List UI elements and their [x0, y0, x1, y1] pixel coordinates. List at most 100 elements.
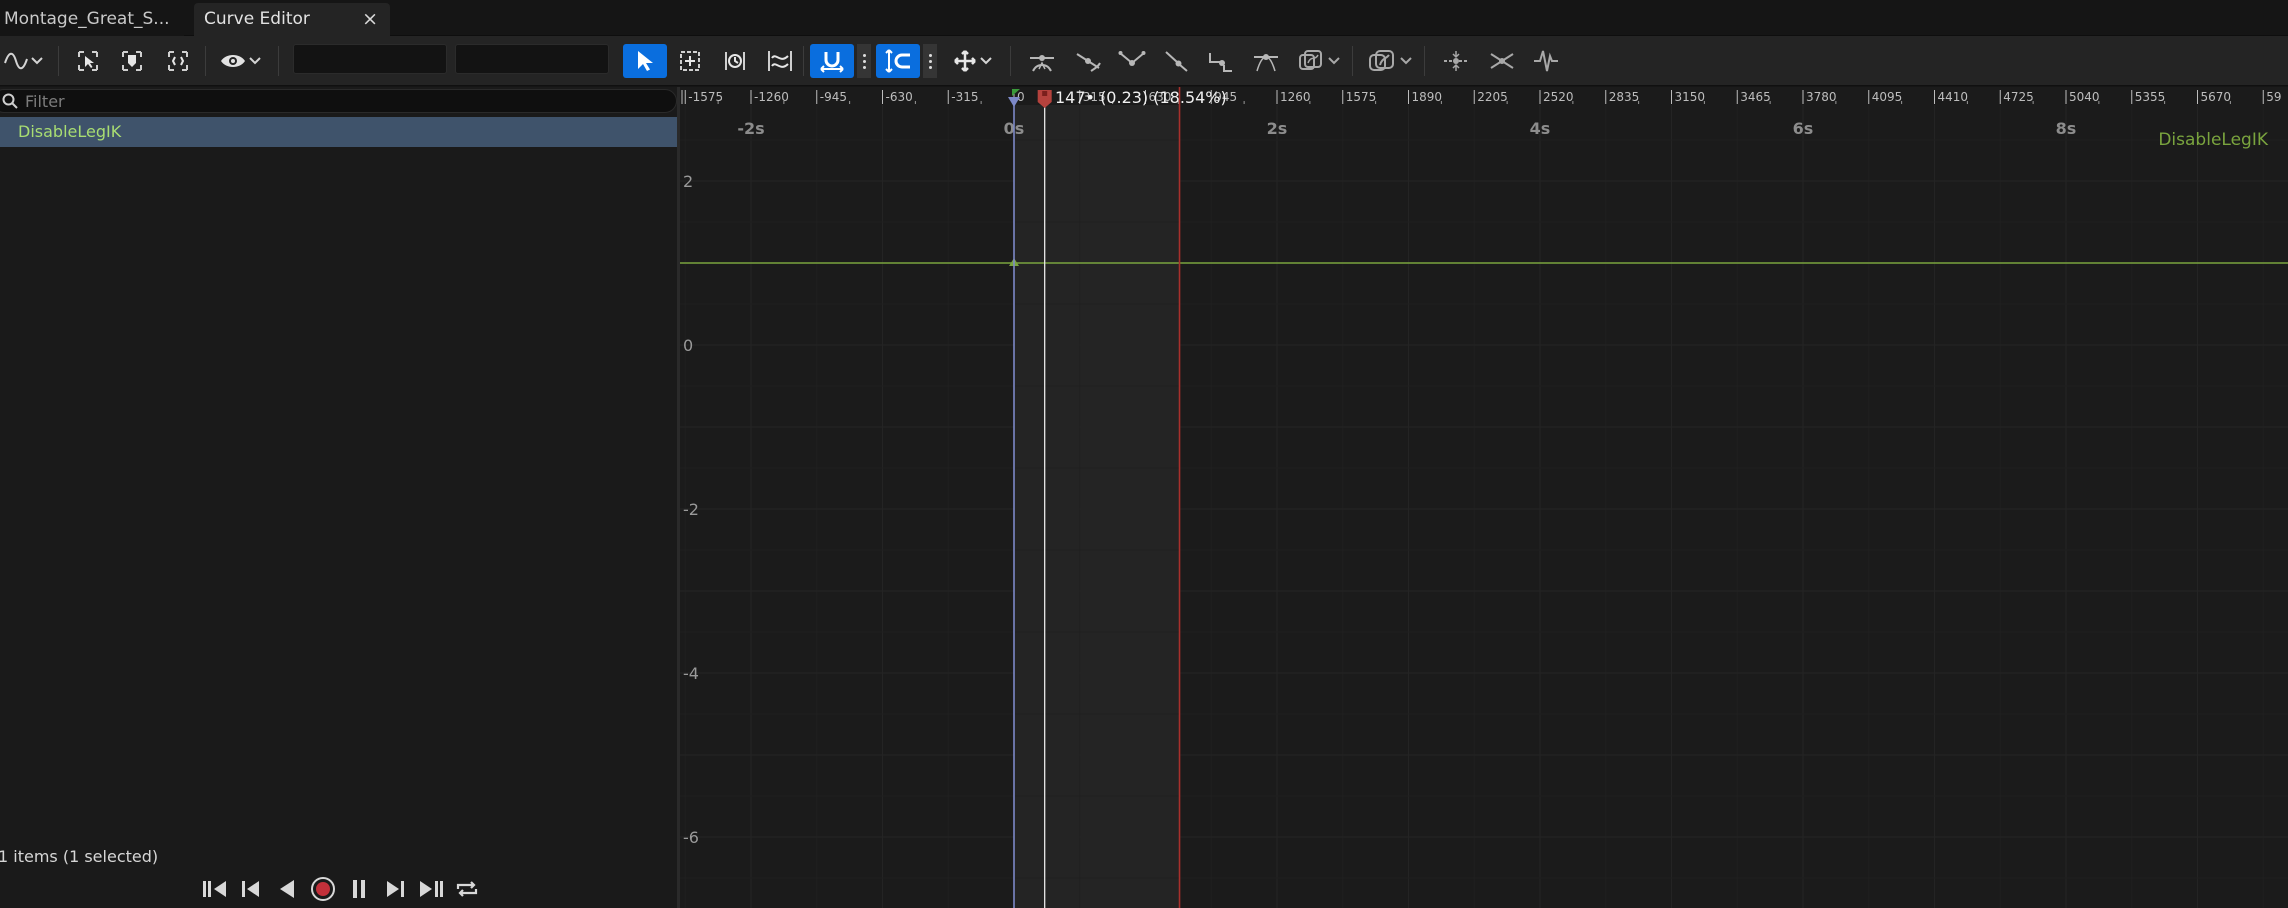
straighten-button[interactable]	[1484, 44, 1520, 78]
chevron-down-icon	[248, 57, 261, 65]
curve-view-icon	[3, 52, 28, 70]
playhead-grip	[1042, 91, 1048, 96]
retime-tool-button[interactable]	[718, 44, 752, 78]
axis-snap-dropdown[interactable]	[948, 44, 996, 78]
transform-tool-icon	[680, 51, 700, 71]
loop-icon	[456, 881, 478, 897]
constant-tangent-icon	[1209, 53, 1232, 72]
time-axis-label: 2s	[1267, 119, 1288, 138]
transport-controls	[200, 875, 482, 903]
curve-tree-panel: DisableLegIK 1 items (1 selected)	[0, 87, 677, 908]
pause-button[interactable]	[344, 875, 374, 903]
curve-graph[interactable]: -1575 -1260 -945 -630 -315 0 315 630 945 1260 1575…	[680, 87, 2288, 908]
chevron-down-icon	[979, 57, 992, 65]
linear-tangent-button[interactable]	[1158, 44, 1194, 78]
time-axis-label: -2s	[737, 119, 764, 138]
snap-value-button[interactable]	[876, 44, 920, 78]
snap-value-icon	[885, 49, 910, 73]
tree-item-disablelegik[interactable]: DisableLegIK	[0, 117, 677, 147]
frame-selection-button[interactable]	[162, 44, 194, 78]
break-tangent-button[interactable]	[1114, 44, 1150, 78]
ruler-frame-label: 5670	[2201, 90, 2232, 104]
select-keys-icon	[78, 51, 98, 71]
curve-filter-icon	[1298, 50, 1322, 70]
record-button[interactable]	[308, 875, 338, 903]
curve-filter-dropdown[interactable]	[1292, 44, 1344, 78]
jump-to-start-icon	[203, 881, 226, 897]
search-icon	[2, 93, 18, 109]
tangent-visibility-dropdown[interactable]	[1362, 44, 1416, 78]
ruler-frame-label: 2205	[1477, 90, 1508, 104]
step-back-button[interactable]	[236, 875, 266, 903]
filter-input[interactable]	[25, 90, 625, 112]
bake-button[interactable]	[1528, 44, 1564, 78]
flatten-button[interactable]	[1438, 44, 1474, 78]
auto-tangent-button[interactable]	[1024, 44, 1060, 78]
ruler-frame-label: -630	[886, 90, 913, 104]
record-icon	[311, 877, 335, 901]
chevron-down-icon	[30, 57, 43, 65]
ruler-frame-label: 2835	[1609, 90, 1640, 104]
ruler-frame-label: -315	[951, 90, 978, 104]
ruler-frame-label: -1575	[688, 90, 723, 104]
ruler-frame-label: 1890	[1412, 90, 1443, 104]
time-axis-label: 6s	[1793, 119, 1814, 138]
frame-selection-icon	[168, 51, 188, 71]
straighten-icon	[1490, 53, 1514, 69]
curve-name-label: DisableLegIK	[2158, 130, 2268, 150]
bake-icon	[1534, 50, 1558, 72]
user-tangent-icon	[1076, 53, 1101, 72]
jump-to-start-button[interactable]	[200, 875, 230, 903]
tab-curve-editor-label: Curve Editor	[204, 9, 310, 29]
snap-time-button[interactable]	[810, 44, 854, 78]
tangent-visibility-icon	[1368, 50, 1394, 71]
constant-tangent-button[interactable]	[1202, 44, 1238, 78]
weighted-tangent-button[interactable]	[1248, 44, 1284, 78]
multi-scale-tool-button[interactable]	[763, 44, 797, 78]
user-tangent-button[interactable]	[1070, 44, 1106, 78]
value-axis-label: 0	[683, 336, 693, 355]
transform-tool-button[interactable]	[673, 44, 707, 78]
select-tool-button[interactable]	[623, 44, 667, 78]
flatten-icon	[1444, 51, 1468, 71]
step-back-icon	[242, 881, 259, 897]
value-snap-field[interactable]	[455, 44, 609, 74]
axis-snap-icon	[953, 50, 976, 72]
tab-montage[interactable]: Montage_Great_S...	[0, 3, 184, 36]
step-forward-button[interactable]	[380, 875, 410, 903]
select-keys-button[interactable]	[72, 44, 104, 78]
step-forward-icon	[387, 881, 404, 897]
loop-button[interactable]	[452, 875, 482, 903]
toolbar	[0, 36, 2288, 86]
multi-scale-tool-icon	[768, 51, 792, 71]
visibility-dropdown[interactable]	[216, 44, 264, 78]
snap-time-options[interactable]	[857, 44, 871, 78]
break-tangent-icon	[1118, 51, 1146, 66]
curve-view-dropdown[interactable]	[0, 44, 46, 78]
key-button[interactable]	[116, 44, 148, 78]
ruler-frame-label: 4725	[2003, 90, 2034, 104]
ruler-frame-label: 3465	[1740, 90, 1771, 104]
tab-curve-editor[interactable]: Curve Editor ×	[194, 3, 390, 36]
tab-bar: Montage_Great_S... Curve Editor ×	[0, 0, 2288, 36]
ruler-frame-label: -945	[820, 90, 847, 104]
close-icon[interactable]: ×	[362, 3, 378, 36]
linear-tangent-icon	[1165, 51, 1188, 72]
value-axis-label: -6	[683, 828, 699, 847]
play-reverse-button[interactable]	[272, 875, 302, 903]
value-axis-label: -4	[683, 664, 699, 683]
time-snap-field[interactable]	[293, 44, 447, 74]
value-axis-label: -2	[683, 500, 699, 519]
ruler-frame-label: 4095	[1872, 90, 1903, 104]
snap-value-options[interactable]	[923, 44, 937, 78]
ruler-frame-label: -1260	[754, 90, 789, 104]
ruler-frame-label: 5355	[2135, 90, 2166, 104]
curve-graph-canvas: -1575 -1260 -945 -630 -315 0 315 630 945 1260 1575…	[680, 87, 2288, 908]
visibility-icon	[220, 55, 245, 67]
value-axis-label: 2	[683, 172, 693, 191]
jump-to-end-icon	[420, 881, 443, 897]
chevron-down-icon	[1399, 57, 1412, 65]
jump-to-end-button[interactable]	[416, 875, 446, 903]
retime-tool-icon	[725, 52, 745, 70]
chevron-down-icon	[1327, 57, 1340, 65]
